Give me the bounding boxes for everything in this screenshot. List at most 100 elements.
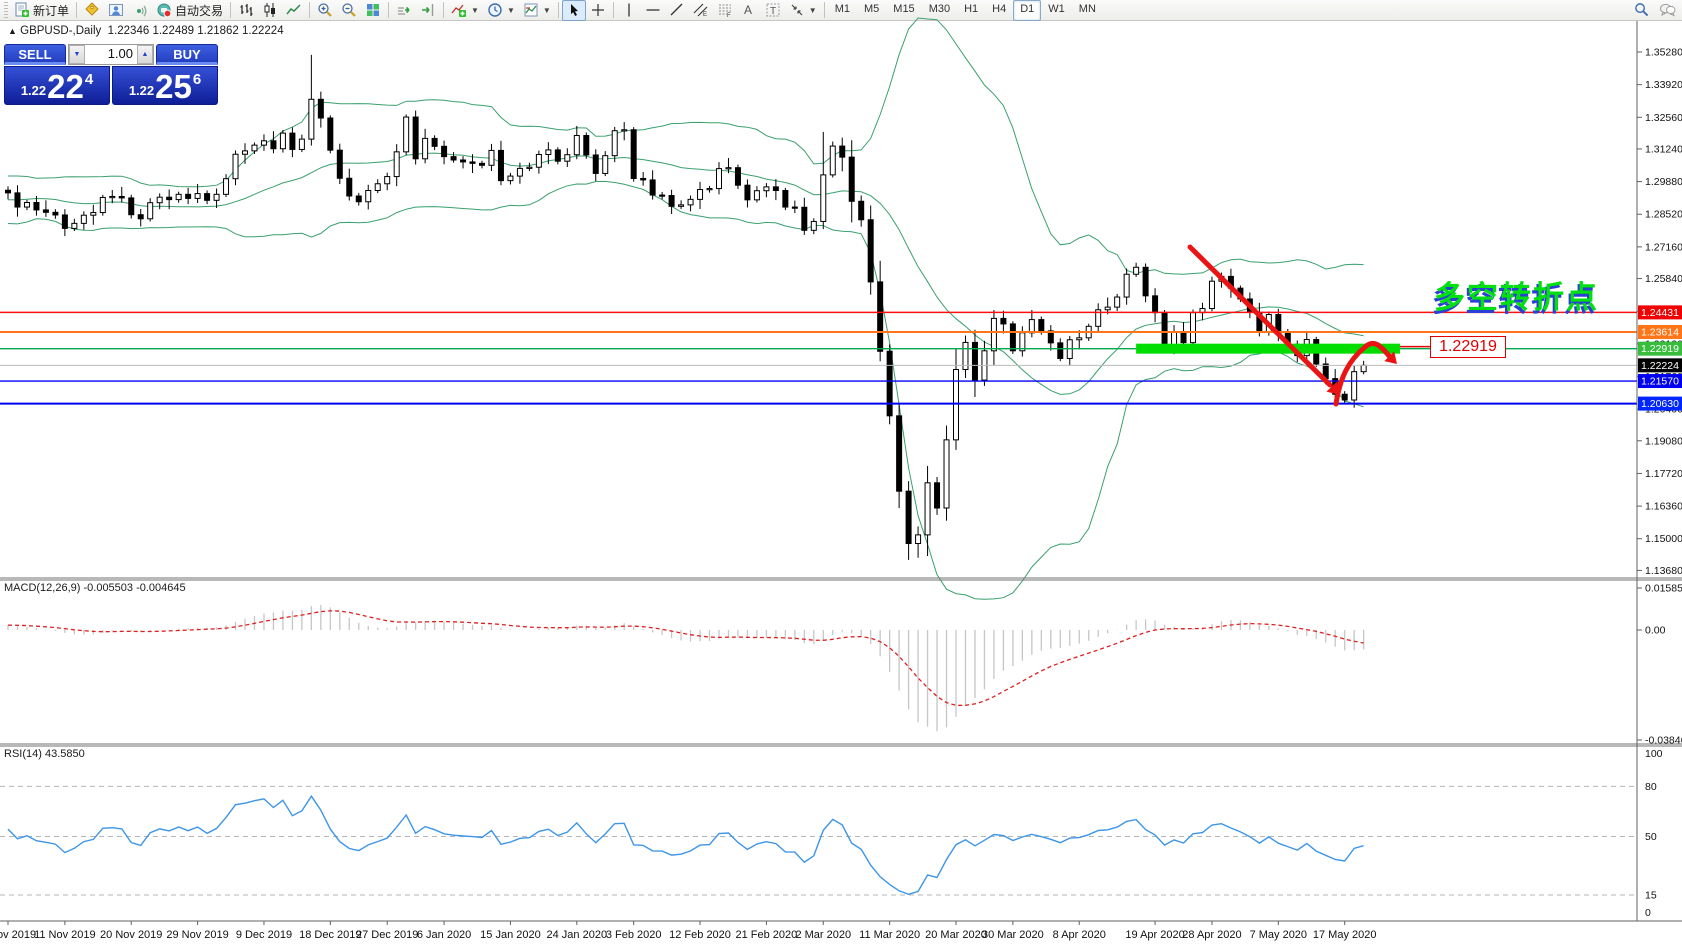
candle <box>810 220 817 231</box>
candle <box>393 151 400 178</box>
candle <box>279 132 286 150</box>
date-label: 6 Jan 2020 <box>417 929 471 941</box>
volume-decrease-button[interactable]: ▼ <box>69 45 85 64</box>
candle <box>858 200 865 221</box>
date-label: 11 Mar 2020 <box>859 929 920 941</box>
rsi-axis-label: 0 <box>1645 907 1651 919</box>
candle <box>687 198 694 206</box>
candle <box>147 202 154 220</box>
candle <box>990 317 997 352</box>
rsi-axis-label: 100 <box>1645 748 1663 760</box>
candle <box>1152 295 1159 314</box>
sell-button[interactable]: SELL <box>4 44 66 65</box>
candle <box>1341 393 1348 401</box>
candle <box>1208 280 1215 310</box>
date-label: 17 May 2020 <box>1313 929 1377 941</box>
volume-input[interactable]: 1.00 <box>85 45 137 64</box>
candle <box>1038 319 1045 332</box>
candle <box>924 482 931 536</box>
candle <box>744 184 751 201</box>
candle <box>80 214 87 224</box>
candle <box>573 135 580 156</box>
candle <box>223 178 230 195</box>
candle <box>905 490 912 545</box>
candle <box>450 156 457 161</box>
candle <box>659 194 666 197</box>
candle <box>820 174 827 222</box>
candle <box>497 149 504 182</box>
candle <box>877 281 884 352</box>
buy-price-display[interactable]: 1.22 25 6 <box>112 66 218 105</box>
candle <box>355 195 362 203</box>
date-label: 19 Apr 2020 <box>1125 929 1184 941</box>
sell-price-display[interactable]: 1.22 22 4 <box>4 66 110 105</box>
date-label: 15 Jan 2020 <box>480 929 541 941</box>
y-tick-label: 1.13680 <box>1645 565 1682 577</box>
candle <box>5 189 11 194</box>
candle <box>583 135 590 156</box>
candles <box>5 54 1367 560</box>
price-callout-box[interactable]: 1.22919 <box>1430 336 1506 358</box>
candle <box>109 195 116 199</box>
candle <box>204 193 211 201</box>
y-tick-label: 1.25840 <box>1645 273 1682 285</box>
date-label: 1 Nov 2019 <box>0 929 36 941</box>
candle <box>1123 273 1130 298</box>
candle <box>1000 317 1007 325</box>
candle <box>668 195 675 207</box>
svg-text:1.22224: 1.22224 <box>1641 360 1679 372</box>
buy-button[interactable]: BUY <box>156 44 218 65</box>
sell-price-pip: 4 <box>84 71 94 88</box>
axes: 1.35280 1.33920 1.32560 1.31240 1.29880 1.285… <box>0 21 1682 941</box>
candle <box>507 175 514 182</box>
candle <box>298 138 305 150</box>
date-label: 24 Jan 2020 <box>547 929 608 941</box>
chart-canvas[interactable]: 1.35280 1.33920 1.32560 1.31240 1.29880 1.285… <box>0 0 1682 945</box>
high-value: 1.22489 <box>152 25 195 37</box>
candle <box>953 369 959 441</box>
candle <box>535 153 542 168</box>
y-tick-label: 1.31240 <box>1645 143 1682 155</box>
candle <box>716 168 722 190</box>
down-trend-arrow[interactable] <box>1187 244 1333 388</box>
candle <box>479 162 485 166</box>
candle <box>782 189 789 208</box>
candle <box>23 201 30 208</box>
y-tick-label: 1.32560 <box>1645 112 1682 124</box>
sell-price-prefix: 1.22 <box>20 83 47 98</box>
y-tick-label: 1.15000 <box>1645 533 1682 545</box>
candle <box>42 209 49 213</box>
macd-axis-label: -0.038465 <box>1645 735 1682 747</box>
volume-increase-button[interactable]: ▲ <box>137 45 153 64</box>
candle <box>270 140 277 150</box>
buy-price-big: 25 <box>155 68 192 105</box>
candle <box>1161 312 1168 349</box>
candle <box>33 201 40 211</box>
candle <box>308 98 315 140</box>
candle <box>602 155 609 174</box>
date-label: 3 Feb 2020 <box>606 929 662 941</box>
svg-text:1.23614: 1.23614 <box>1641 326 1679 338</box>
sell-price-big: 22 <box>47 68 84 105</box>
date-label: 7 May 2020 <box>1250 929 1307 941</box>
candle <box>61 214 68 229</box>
volume-stepper: ▼ 1.00 ▲ <box>68 44 154 65</box>
date-label: 2 Mar 2020 <box>795 929 851 941</box>
date-label: 11 Nov 2019 <box>34 929 96 941</box>
candle <box>564 154 571 162</box>
candle <box>915 534 922 545</box>
rsi-pane <box>0 785 1637 896</box>
buy-price-prefix: 1.22 <box>128 83 155 98</box>
date-label: 29 Nov 2019 <box>166 929 228 941</box>
candle <box>99 196 106 214</box>
candle <box>52 211 59 216</box>
candle <box>156 196 163 204</box>
candle <box>441 145 448 158</box>
collapse-triangle-icon[interactable]: ▲ <box>8 26 17 36</box>
candle <box>839 145 846 158</box>
svg-text:1.24431: 1.24431 <box>1641 307 1679 319</box>
candle <box>725 167 732 170</box>
candle <box>185 193 192 199</box>
candle <box>403 116 410 153</box>
candle <box>678 204 685 207</box>
